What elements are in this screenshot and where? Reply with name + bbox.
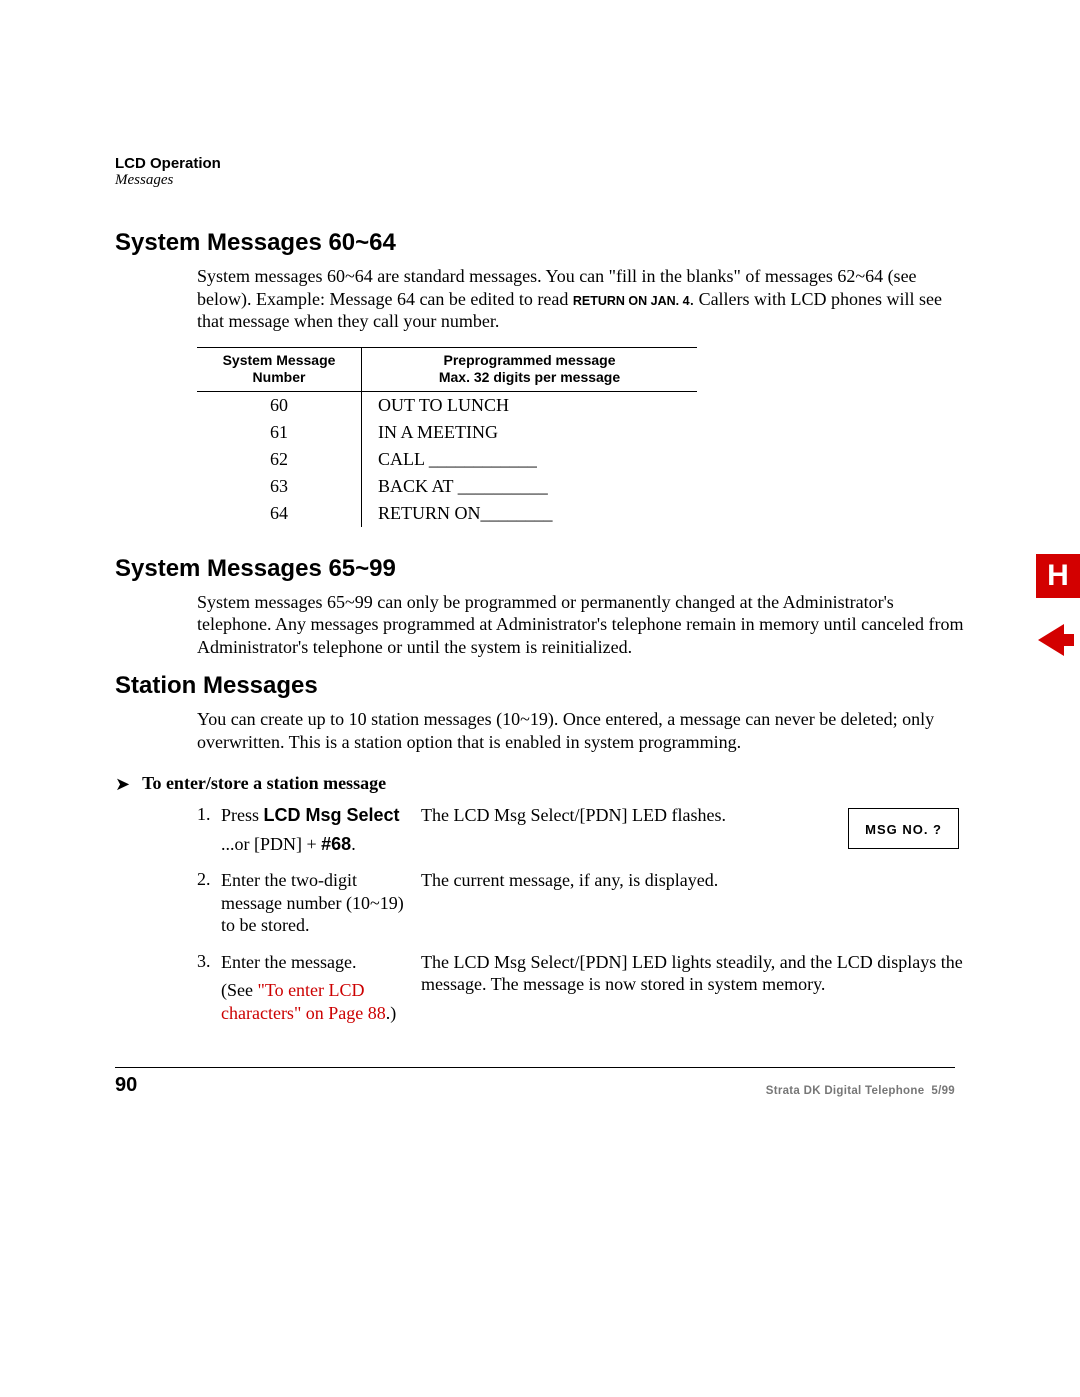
text: Preprogrammed message xyxy=(444,352,616,368)
procedure-title-row: ➤ To enter/store a station message xyxy=(115,773,965,794)
text: Number xyxy=(253,369,306,385)
thumb-index-letter: H xyxy=(1047,559,1069,593)
step-result: The LCD Msg Select/[PDN] LED flashes. MS… xyxy=(421,804,965,827)
text: (See xyxy=(221,980,257,1000)
lcd-text: MSG NO. ? xyxy=(865,822,942,837)
footer-date: 5/99 xyxy=(931,1085,955,1097)
text: ...or [PDN] + xyxy=(221,834,321,854)
table-row: 63 BACK AT __________ xyxy=(197,473,965,500)
step-action: Press LCD Msg Select ...or [PDN] + #68. xyxy=(221,804,421,855)
content-area: LCD Operation Messages System Messages 6… xyxy=(115,155,965,1038)
step-action: Enter the message. (See "To enter LCD ch… xyxy=(221,951,421,1025)
step-action: Enter the two-digit message number (10~1… xyxy=(221,869,421,937)
cell-number: 61 xyxy=(197,419,362,446)
heading-system-messages-65-99: System Messages 65~99 xyxy=(115,555,965,583)
text: System Message xyxy=(223,352,336,368)
footer-doc-info: Strata DK Digital Telephone 5/99 xyxy=(766,1085,955,1097)
text: .) xyxy=(386,1003,397,1023)
step-row: 1. Press LCD Msg Select ...or [PDN] + #6… xyxy=(197,804,965,855)
footer-doc-title: Strata DK Digital Telephone xyxy=(766,1085,925,1097)
table-header-row: System Message Number Preprogrammed mess… xyxy=(197,347,965,392)
procedure-steps: 1. Press LCD Msg Select ...or [PDN] + #6… xyxy=(197,804,965,1024)
step-row: 2. Enter the two-digit message number (1… xyxy=(197,869,965,937)
cell-message: RETURN ON________ xyxy=(362,500,697,527)
paragraph-sm-65-99: System messages 65~99 can only be progra… xyxy=(197,591,965,659)
cell-message: OUT TO LUNCH xyxy=(362,392,697,419)
step-number: 1. xyxy=(197,804,221,825)
running-header-section: Messages xyxy=(115,172,965,189)
page-number: 90 xyxy=(115,1074,137,1097)
cell-number: 60 xyxy=(197,392,362,419)
previous-page-arrow-icon[interactable] xyxy=(1036,620,1076,660)
cell-number: 62 xyxy=(197,446,362,473)
key-label: #68 xyxy=(321,834,351,854)
heading-system-messages-60-64: System Messages 60~64 xyxy=(115,229,965,257)
message-table: System Message Number Preprogrammed mess… xyxy=(197,347,965,527)
step-result: The current message, if any, is displaye… xyxy=(421,869,965,892)
cell-message: IN A MEETING xyxy=(362,419,697,446)
running-header-chapter: LCD Operation xyxy=(115,155,965,172)
paragraph-station-messages: You can create up to 10 station messages… xyxy=(197,708,965,753)
inline-bold: RETURN ON JAN. 4 xyxy=(573,294,690,308)
procedure-title: To enter/store a station message xyxy=(142,773,386,794)
key-label: LCD Msg Select xyxy=(264,805,400,825)
table-header-message: Preprogrammed message Max. 32 digits per… xyxy=(362,347,697,392)
step-number: 3. xyxy=(197,951,221,972)
table-row: 60 OUT TO LUNCH xyxy=(197,392,965,419)
cell-message: BACK AT __________ xyxy=(362,473,697,500)
step-result: The LCD Msg Select/[PDN] LED lights stea… xyxy=(421,951,965,996)
table-row: 62 CALL ____________ xyxy=(197,446,965,473)
heading-station-messages: Station Messages xyxy=(115,672,965,700)
text: The LCD Msg Select/[PDN] LED flashes. xyxy=(421,805,726,825)
right-pointer-icon: ➤ xyxy=(115,775,130,793)
table-row: 61 IN A MEETING xyxy=(197,419,965,446)
text: Max. 32 digits per message xyxy=(439,369,620,385)
page-footer: 90 Strata DK Digital Telephone 5/99 xyxy=(115,1067,955,1097)
table-row: 64 RETURN ON________ xyxy=(197,500,965,527)
paragraph-sm-60-64: System messages 60~64 are standard messa… xyxy=(197,265,965,333)
text: Enter the message. xyxy=(221,951,409,974)
step-row: 3. Enter the message. (See "To enter LCD… xyxy=(197,951,965,1025)
text: . xyxy=(351,834,356,854)
table-header-number: System Message Number xyxy=(197,347,362,392)
text: Press xyxy=(221,805,264,825)
page: LCD Operation Messages System Messages 6… xyxy=(0,0,1080,1397)
step-number: 2. xyxy=(197,869,221,890)
lcd-display-box: MSG NO. ? xyxy=(848,808,959,849)
cell-message: CALL ____________ xyxy=(362,446,697,473)
cell-number: 64 xyxy=(197,500,362,527)
cell-number: 63 xyxy=(197,473,362,500)
thumb-index-tab: H xyxy=(1036,554,1080,598)
